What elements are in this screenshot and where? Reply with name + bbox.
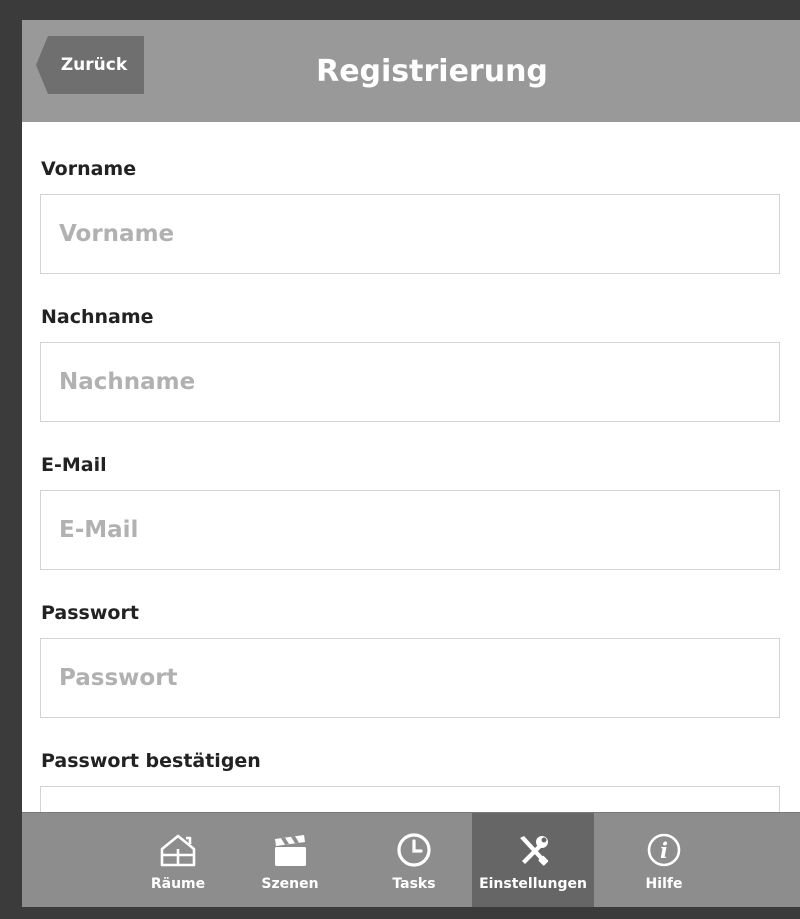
- clapperboard-icon: [268, 830, 312, 870]
- registration-form: Vorname Nachname E-Mail Passwort Passwor…: [22, 122, 800, 812]
- app-frame: Registrierung Zurück Vorname Nachname E-…: [22, 20, 800, 907]
- svg-text:i: i: [660, 838, 668, 863]
- tab-rooms[interactable]: Räume: [122, 813, 234, 907]
- password-label: Passwort: [41, 602, 139, 624]
- bottom-tab-bar: Räume Szenen Tasks Einstellungen i Hilfe: [22, 812, 800, 907]
- email-input[interactable]: [40, 490, 780, 570]
- tab-tasks-label: Tasks: [392, 875, 436, 892]
- tab-help-label: Hilfe: [645, 875, 683, 892]
- tab-scenes[interactable]: Szenen: [234, 813, 346, 907]
- first-name-label: Vorname: [41, 158, 137, 180]
- tab-settings-label: Einstellungen: [479, 875, 587, 892]
- clock-icon: [392, 830, 436, 870]
- tab-help[interactable]: i Hilfe: [608, 813, 720, 907]
- house-icon: [156, 830, 200, 870]
- email-label: E-Mail: [41, 454, 107, 476]
- first-name-input[interactable]: [40, 194, 780, 274]
- back-button[interactable]: Zurück: [36, 36, 144, 94]
- tools-icon: [511, 830, 555, 870]
- last-name-input[interactable]: [40, 342, 780, 422]
- tab-rooms-label: Räume: [150, 875, 206, 892]
- info-icon: i: [642, 830, 686, 870]
- tab-scenes-label: Szenen: [261, 875, 319, 892]
- tab-settings[interactable]: Einstellungen: [472, 813, 594, 907]
- password-confirm-input[interactable]: [40, 786, 780, 812]
- password-confirm-label: Passwort bestätigen: [41, 750, 261, 772]
- password-input[interactable]: [40, 638, 780, 718]
- tab-tasks[interactable]: Tasks: [358, 813, 470, 907]
- header-bar: Registrierung Zurück: [22, 20, 800, 122]
- last-name-label: Nachname: [41, 306, 154, 328]
